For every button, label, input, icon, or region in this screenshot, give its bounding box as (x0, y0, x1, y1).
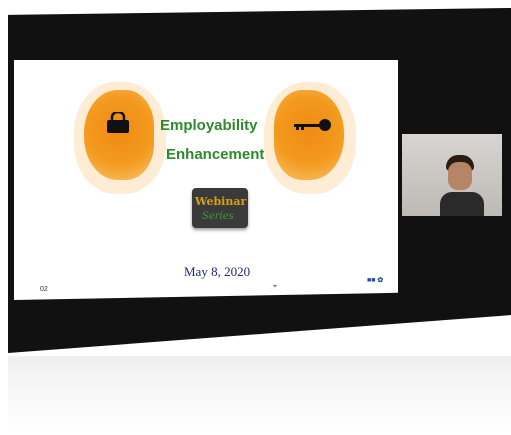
title-line-enhancement: Enhancement (166, 146, 265, 163)
badge-series-text: Series (202, 211, 234, 222)
title-line-employability: Employability (160, 117, 258, 134)
meeting-scene: Employability Enhancement Webinar Series… (0, 0, 511, 435)
participant-body (440, 192, 484, 216)
window-reflection (8, 356, 511, 435)
slide-date: May 8, 2020 (184, 264, 251, 279)
slide-page-number: 02 (40, 286, 48, 293)
webinar-series-badge: Webinar Series (192, 188, 248, 228)
lock-icon (107, 112, 129, 133)
mouse-cursor-icon: ⌖ (273, 283, 277, 290)
participant-video-tile[interactable] (402, 134, 502, 216)
left-head-icon (84, 90, 154, 180)
shared-slide: Employability Enhancement Webinar Series… (14, 60, 398, 300)
right-head-icon (274, 90, 344, 180)
key-icon (294, 119, 331, 131)
participant-face (448, 162, 472, 190)
organization-logo-icon: ■■ ✿ (367, 277, 384, 284)
badge-webinar-text: Webinar (195, 195, 247, 208)
